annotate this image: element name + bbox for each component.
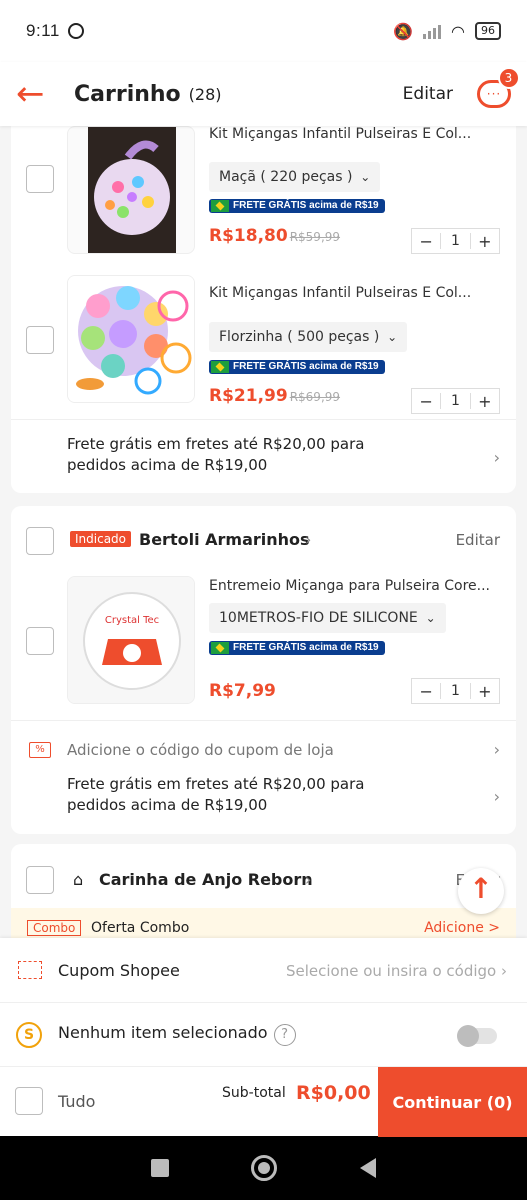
brazil-flag-icon <box>211 200 229 212</box>
subtotal-value: R$0,00 <box>296 1082 371 1104</box>
chevron-right-icon[interactable]: › <box>305 870 311 889</box>
original-price: R$59,99 <box>289 230 341 244</box>
store-checkbox[interactable] <box>26 527 54 555</box>
quantity-value[interactable]: 1 <box>440 233 471 249</box>
battery-icon: 96 <box>475 22 501 40</box>
product-title[interactable]: Entremeio Miçanga para Pulseira Core... <box>209 578 499 594</box>
back-arrow-icon[interactable]: ← <box>16 77 60 111</box>
combo-text: Oferta Combo <box>91 920 190 936</box>
product-image[interactable] <box>67 126 195 254</box>
divider <box>11 419 516 420</box>
coin-icon: S <box>16 1022 42 1048</box>
chat-icon[interactable]: ··· 3 <box>477 67 520 108</box>
coupon-label: Cupom Shopee <box>58 961 180 980</box>
item-checkbox[interactable] <box>26 165 54 193</box>
indicado-badge: Indicado <box>70 531 132 547</box>
signal-icon <box>423 23 442 39</box>
page-title: Carrinho <box>74 81 181 107</box>
divider <box>11 720 516 721</box>
shipping-note[interactable]: Frete grátis em fretes até R$20,00 para … <box>67 774 427 816</box>
quantity-value[interactable]: 1 <box>440 683 471 699</box>
back-icon[interactable] <box>359 1158 376 1178</box>
system-nav-bar <box>0 1136 527 1200</box>
store-name[interactable]: Carinha de Anjo Reborn <box>99 870 313 889</box>
free-shipping-badge: FRETE GRÁTIS acima de R$19 <box>209 360 385 374</box>
decrease-button[interactable]: − <box>412 682 440 701</box>
status-time: 9:11 <box>26 21 60 40</box>
item-checkbox[interactable] <box>26 627 54 655</box>
quantity-stepper[interactable]: − 1 + <box>411 678 500 704</box>
chevron-right-icon[interactable]: › <box>494 448 500 467</box>
cart-list[interactable]: Kit Miçangas Infantil Pulseiras E Col...… <box>0 126 527 938</box>
store-card: Kit Miçangas Infantil Pulseiras E Col...… <box>11 126 516 493</box>
ticket-icon <box>18 961 42 979</box>
cart-header: ← Carrinho (28) Editar ··· 3 <box>0 62 527 126</box>
help-icon[interactable]: ? <box>273 1024 296 1046</box>
store-checkbox[interactable] <box>26 866 54 894</box>
chevron-right-icon[interactable]: › <box>305 530 311 549</box>
svg-text:Crystal Tec: Crystal Tec <box>105 615 159 626</box>
home-icon[interactable] <box>251 1155 278 1181</box>
item-checkbox[interactable] <box>26 326 54 354</box>
increase-button[interactable]: + <box>471 232 499 251</box>
brazil-flag-icon <box>211 361 229 373</box>
store-edit-button[interactable]: Editar <box>456 531 500 549</box>
product-title[interactable]: Kit Miçangas Infantil Pulseiras E Col... <box>209 285 499 301</box>
select-all-label[interactable]: Tudo <box>58 1092 95 1111</box>
shopee-coupon-row[interactable]: Cupom Shopee Selecione ou insira o códig… <box>0 938 527 1003</box>
cart-count: (28) <box>188 84 222 104</box>
store-coupon-link[interactable]: Adicione o código do cupom de loja <box>67 741 334 759</box>
combo-tag: Combo <box>27 920 82 936</box>
increase-button[interactable]: + <box>471 682 499 701</box>
coins-label: Nenhum item selecionado? <box>58 1023 296 1046</box>
store-icon: ⌂ <box>73 870 84 889</box>
variant-selector[interactable]: Florzinha ( 500 peças ) <box>209 322 408 352</box>
status-bar: 9:11 🔕 ◠ 96 <box>0 0 527 62</box>
shipping-note[interactable]: Frete grátis em fretes até R$20,00 para … <box>67 434 427 476</box>
variant-selector[interactable]: 10METROS-FIO DE SILICONE <box>209 603 446 633</box>
quantity-stepper[interactable]: − 1 + <box>411 388 500 414</box>
recents-icon[interactable] <box>151 1159 170 1177</box>
variant-selector[interactable]: Maçã ( 220 peças ) <box>209 162 381 192</box>
decrease-button[interactable]: − <box>412 392 440 411</box>
chat-badge: 3 <box>498 67 520 89</box>
edit-button[interactable]: Editar <box>403 84 453 104</box>
coupon-hint[interactable]: Selecione ou insira o código › <box>286 962 507 980</box>
product-image[interactable] <box>67 275 195 403</box>
product-title[interactable]: Kit Miçangas Infantil Pulseiras E Col... <box>209 126 499 142</box>
mute-icon: 🔕 <box>393 21 414 41</box>
store-name[interactable]: Bertoli Armarinhos <box>139 530 310 549</box>
coins-row: S Nenhum item selecionado? <box>0 1003 527 1067</box>
subtotal-label: Sub-total <box>222 1085 286 1101</box>
brazil-flag-icon <box>211 642 229 654</box>
scroll-to-top-icon[interactable]: ↑ <box>458 868 504 914</box>
product-price: R$21,99 R$69,99 <box>209 386 341 406</box>
chevron-right-icon[interactable]: › <box>494 787 500 806</box>
increase-button[interactable]: + <box>471 392 499 411</box>
quantity-value[interactable]: 1 <box>440 393 471 409</box>
product-image[interactable]: Crystal Tec <box>67 576 195 704</box>
quantity-stepper[interactable]: − 1 + <box>411 228 500 254</box>
decrease-button[interactable]: − <box>412 232 440 251</box>
store-card: Indicado Bertoli Armarinhos › Editar Cry… <box>11 506 516 834</box>
continue-button[interactable]: Continuar (0) <box>378 1067 527 1137</box>
wifi-icon: ◠ <box>451 21 465 41</box>
product-price: R$18,80 R$59,99 <box>209 226 341 246</box>
combo-add-link[interactable]: Adicione > <box>424 920 500 936</box>
whatsapp-icon <box>67 23 84 39</box>
status-icons: 🔕 ◠ 96 <box>393 22 501 41</box>
chevron-right-icon[interactable]: › <box>494 740 500 759</box>
checkout-row: Tudo Sub-total R$0,00 Continuar (0) <box>0 1067 527 1137</box>
coupon-percent-icon: % <box>29 742 51 758</box>
free-shipping-badge: FRETE GRÁTIS acima de R$19 <box>209 199 385 213</box>
coins-toggle[interactable] <box>457 1025 497 1047</box>
product-price: R$7,99 <box>209 681 276 701</box>
checkout-panel: Cupom Shopee Selecione ou insira o códig… <box>0 938 527 1137</box>
free-shipping-badge: FRETE GRÁTIS acima de R$19 <box>209 641 385 655</box>
combo-offer-bar[interactable]: Combo Oferta Combo Adicione > <box>11 908 516 938</box>
original-price: R$69,99 <box>289 390 341 404</box>
select-all-checkbox[interactable] <box>15 1087 43 1115</box>
